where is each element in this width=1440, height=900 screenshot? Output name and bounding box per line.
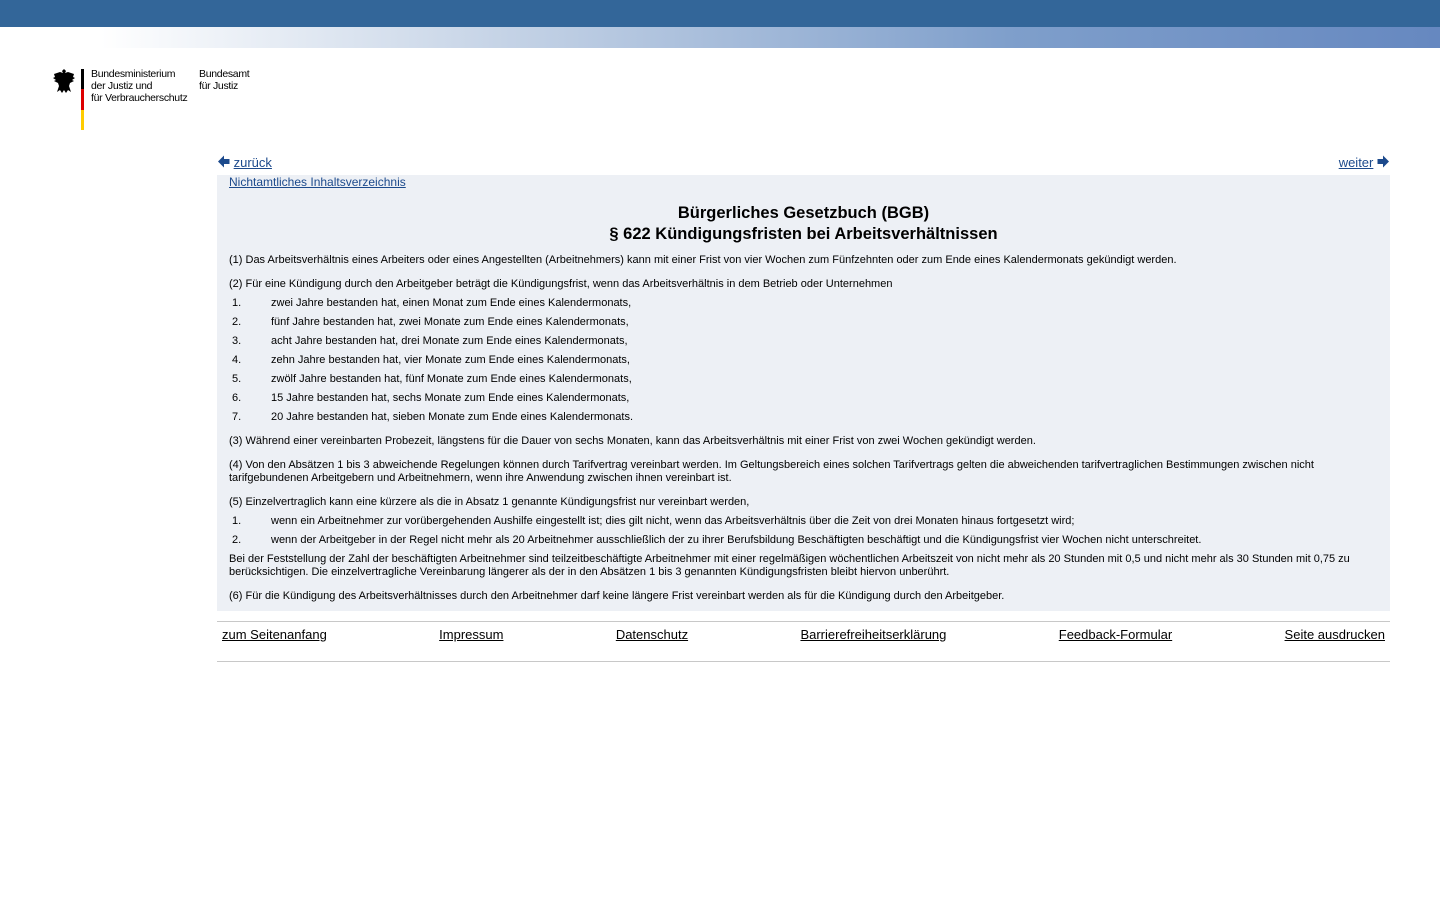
- list-item: 5. zwölf Jahre bestanden hat, fünf Monate…: [229, 373, 1378, 386]
- top-color-bar: [0, 0, 1440, 27]
- footer-divider-bottom: [217, 661, 1390, 662]
- paragraph-2: (2) Für eine Kündigung durch den Arbeitg…: [229, 278, 893, 290]
- item-number: 5.: [232, 373, 242, 385]
- ministry-line-1: Bundesministerium: [91, 68, 176, 80]
- gradient-bar: [0, 27, 1440, 48]
- item-number: 4.: [232, 354, 242, 366]
- list-item: 2. wenn der Arbeitgeber in der Regel nich…: [229, 534, 1378, 547]
- bfj-name: Bundesamt für Justiz: [199, 68, 259, 92]
- paragraph-3: (3) Während einer vereinbarten Probezeit…: [229, 435, 1036, 447]
- list-item: 7. 20 Jahre bestanden hat, sieben Monate …: [229, 411, 1378, 424]
- print-link[interactable]: Seite ausdrucken: [1285, 627, 1385, 647]
- list-item: 4. zehn Jahre bestanden hat, vier Monate …: [229, 354, 1378, 367]
- federal-eagle-icon: [53, 69, 75, 93]
- item-text: 15 Jahre bestanden hat, sechs Monate zum…: [271, 392, 630, 404]
- title-line-2: § 622 Kündigungsfristen bei Arbeitsverhä…: [609, 225, 998, 243]
- feedback-link[interactable]: Feedback-Formular: [1059, 627, 1172, 647]
- paragraph-1: (1) Das Arbeitsverhältnis eines Arbeiter…: [229, 254, 1177, 266]
- german-flag-stripe: [81, 69, 84, 130]
- item-text: wenn ein Arbeitnehmer zur vorübergehende…: [271, 515, 1075, 527]
- item-text: zwölf Jahre bestanden hat, fünf Monate z…: [271, 373, 632, 385]
- page-title: Bürgerliches Gesetzbuch (BGB) § 622 Künd…: [229, 203, 1378, 245]
- item-text: zwei Jahre bestanden hat, einen Monat zu…: [271, 297, 632, 309]
- datenschutz-link[interactable]: Datenschutz: [616, 627, 688, 647]
- paragraph-5: (5) Einzelvertraglich kann eine kürzere …: [229, 496, 750, 508]
- law-content: Nichtamtliches Inhaltsverzeichnis Bürger…: [217, 175, 1390, 611]
- bfj-line-2: für Justiz: [199, 80, 239, 92]
- impressum-link[interactable]: Impressum: [439, 627, 503, 647]
- item-text: wenn der Arbeitgeber in der Regel nicht …: [271, 534, 1202, 546]
- footer-links: zum Seitenanfang Impressum Datenschutz B…: [217, 627, 1390, 647]
- item-text: acht Jahre bestanden hat, drei Monate zu…: [271, 335, 628, 347]
- ministry-logo: Bundesministerium der Justiz und für Ver…: [52, 68, 272, 132]
- list-item: 1. wenn ein Arbeitnehmer zur vorübergehen…: [229, 515, 1378, 528]
- item-text: zehn Jahre bestanden hat, vier Monate zu…: [271, 354, 630, 366]
- ministry-name: Bundesministerium der Justiz und für Ver…: [91, 68, 191, 104]
- paragraph-6: (6) Für die Kündigung des Arbeitsverhält…: [229, 590, 1005, 602]
- accessibility-link[interactable]: Barrierefreiheitserklärung: [800, 627, 946, 647]
- list-item: 3. acht Jahre bestanden hat, drei Monate …: [229, 335, 1378, 348]
- list-item: 2. fünf Jahre bestanden hat, zwei Monate …: [229, 316, 1378, 329]
- title-line-1: Bürgerliches Gesetzbuch (BGB): [677, 204, 930, 222]
- arrow-right-icon: [1377, 155, 1389, 168]
- ministry-line-3: für Verbraucherschutz: [91, 92, 188, 104]
- item-number: 6.: [232, 392, 242, 404]
- item-number: 2.: [232, 534, 242, 546]
- item-number: 1.: [232, 515, 242, 527]
- arrow-left-icon: [218, 155, 230, 168]
- toc-link[interactable]: Nichtamtliches Inhaltsverzeichnis: [229, 175, 1378, 189]
- next-nav[interactable]: weiter: [1339, 155, 1389, 170]
- bfj-line-1: Bundesamt: [199, 68, 250, 80]
- paragraph-4: (4) Von den Absätzen 1 bis 3 abweichende…: [229, 459, 1314, 484]
- item-text: fünf Jahre bestanden hat, zwei Monate zu…: [271, 316, 629, 328]
- paragraph-2-list: 1. zwei Jahre bestanden hat, einen Monat …: [229, 297, 1378, 424]
- item-number: 3.: [232, 335, 242, 347]
- item-number: 1.: [232, 297, 242, 309]
- prev-nav[interactable]: zurück: [218, 155, 272, 170]
- paragraph-5-tail: Bei der Feststellung der Zahl der beschä…: [229, 553, 1350, 578]
- paragraph-5-list: 1. wenn ein Arbeitnehmer zur vorübergehen…: [229, 515, 1378, 547]
- item-text: 20 Jahre bestanden hat, sieben Monate zu…: [271, 411, 634, 423]
- item-number: 2.: [232, 316, 242, 328]
- item-number: 7.: [232, 411, 242, 423]
- list-item: 6. 15 Jahre bestanden hat, sechs Monate z…: [229, 392, 1378, 405]
- to-top-link[interactable]: zum Seitenanfang: [222, 627, 327, 647]
- ministry-line-2: der Justiz und: [91, 80, 153, 92]
- prev-link[interactable]: zurück: [234, 155, 272, 170]
- list-item: 1. zwei Jahre bestanden hat, einen Monat …: [229, 297, 1378, 310]
- footer-divider-top: [217, 621, 1390, 622]
- next-link[interactable]: weiter: [1339, 155, 1374, 170]
